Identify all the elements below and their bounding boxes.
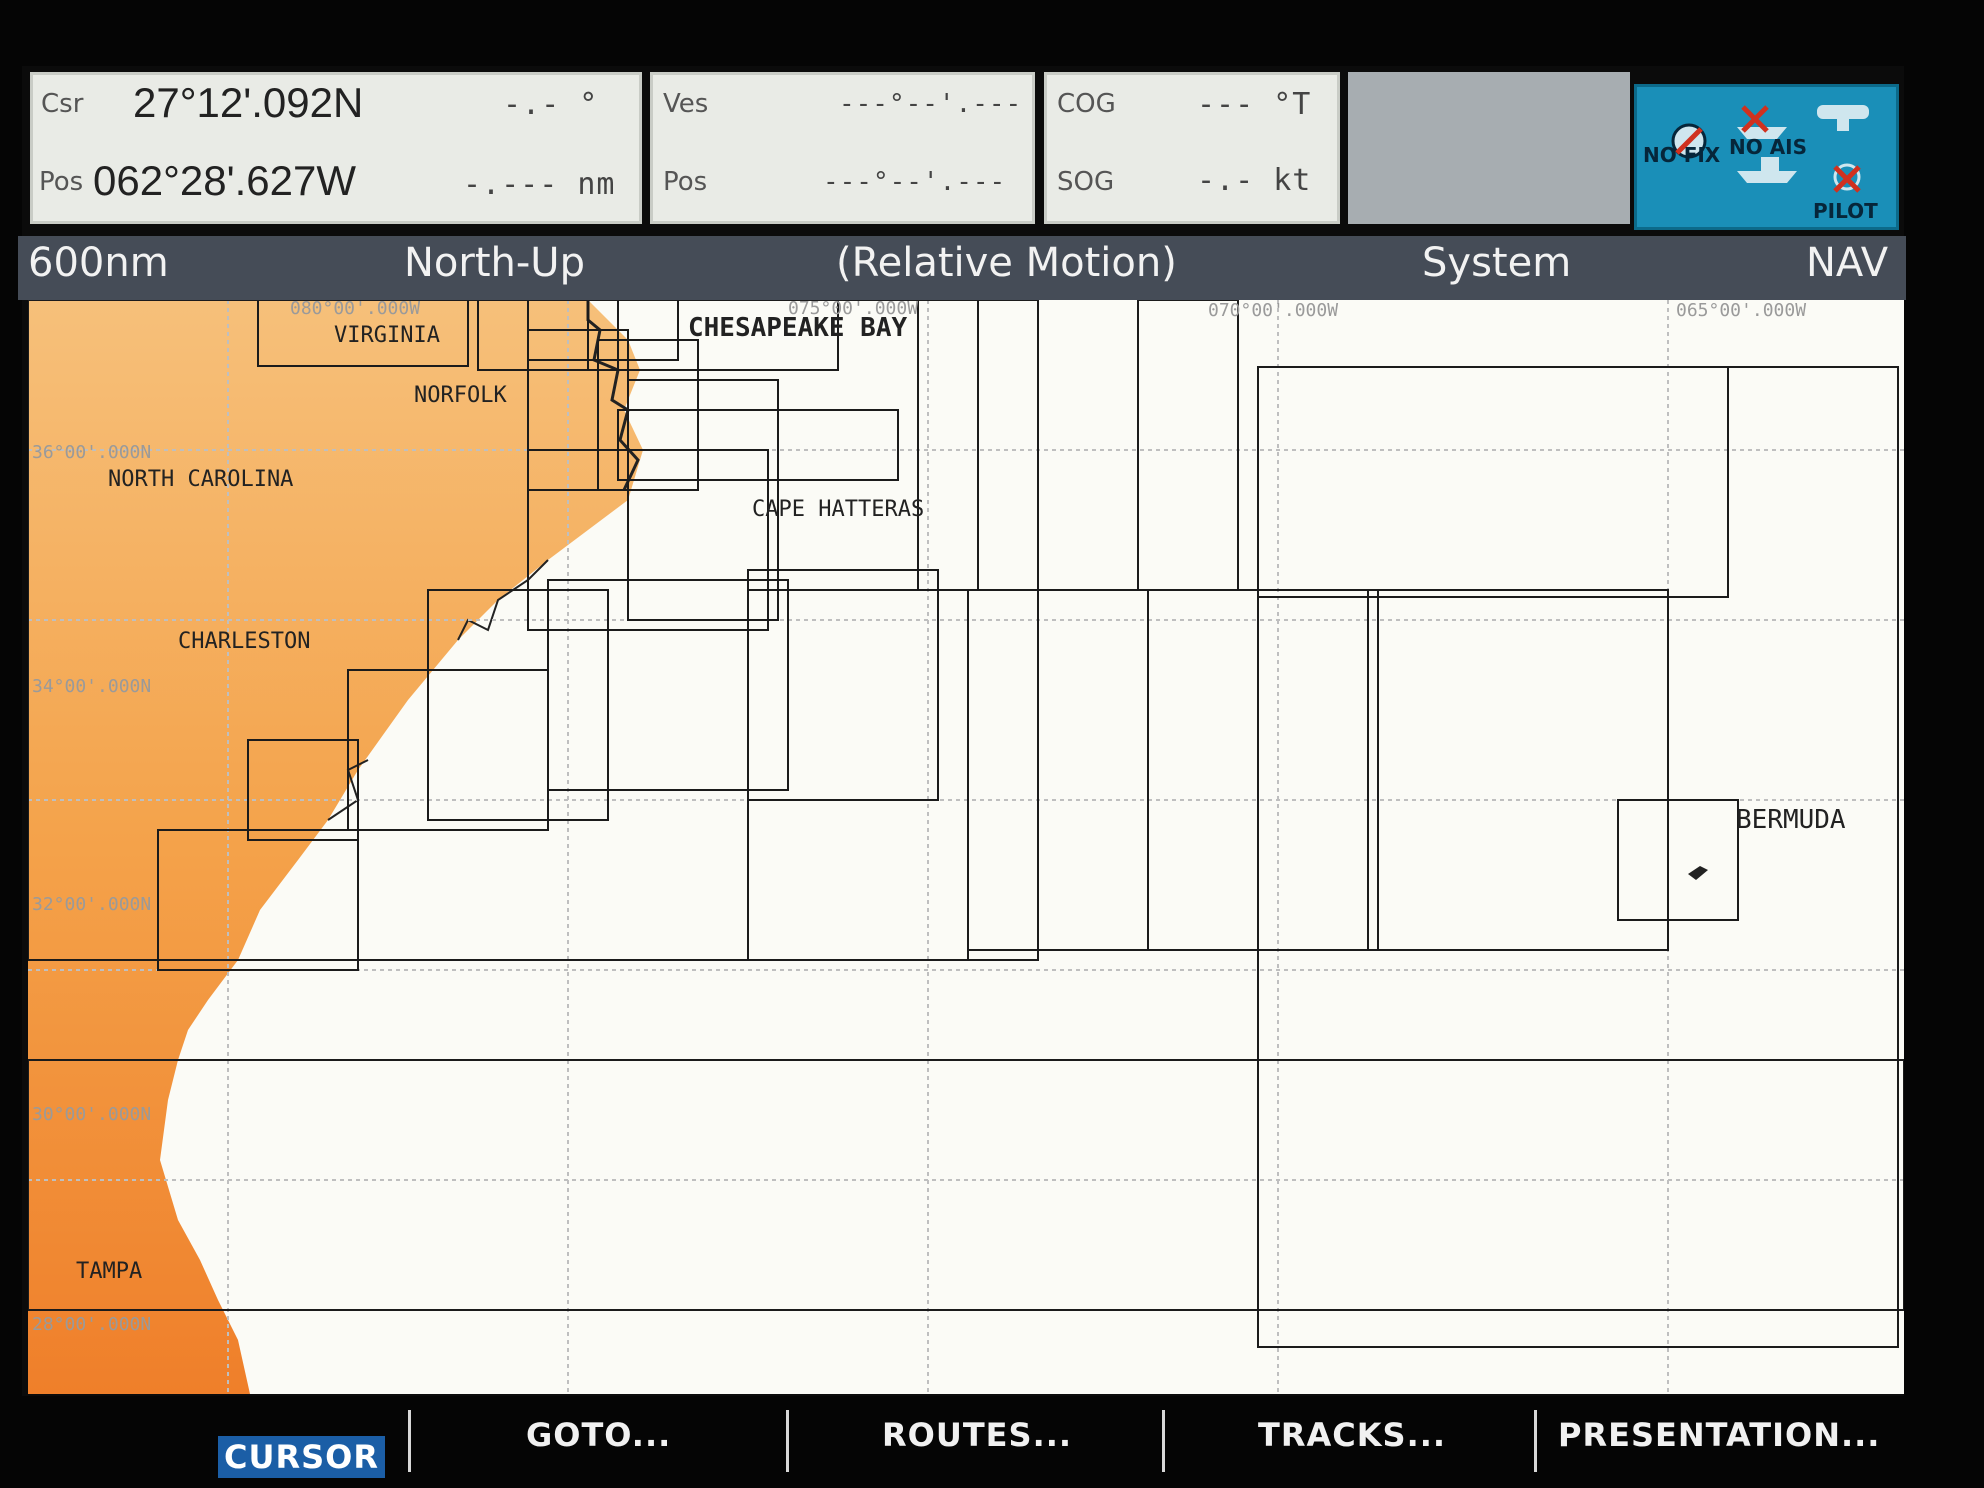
- cursor-longitude: 062°28'.627W: [93, 157, 356, 204]
- status-panel[interactable]: NO FIX NO AIS PILOT: [1634, 84, 1899, 230]
- softkey-divider: [408, 1410, 411, 1472]
- vessel-longitude: ---°--'.---: [823, 167, 1007, 197]
- label-bermuda: BERMUDA: [1736, 805, 1846, 835]
- pilot-icon: [1833, 163, 1861, 193]
- sog-label: SOG: [1057, 167, 1115, 197]
- vessel-pos-label: Pos: [663, 167, 708, 197]
- softkey-divider: [1162, 1410, 1165, 1472]
- cog-sog-panel: COG --- °T SOG -.- kt: [1044, 72, 1340, 224]
- no-fix-status: NO FIX: [1643, 143, 1721, 167]
- label-lon-70: 070°00'.000W: [1208, 300, 1338, 321]
- pos-label: Pos: [39, 167, 84, 197]
- cursor-latitude: 27°12'.092N: [133, 79, 364, 126]
- cursor-position-panel: Csr 27°12'.092N -.- ° Pos 062°28'.627W -…: [30, 72, 642, 224]
- nav-mode[interactable]: NAV: [1806, 240, 1888, 286]
- label-north-carolina: NORTH CAROLINA: [108, 467, 293, 492]
- range-scale[interactable]: 600nm: [28, 240, 169, 286]
- cursor-range: -.--- nm: [463, 167, 616, 202]
- label-lon-75: 075°00'.000W: [788, 300, 918, 319]
- cog-value: --- °T: [1197, 87, 1312, 122]
- softkey-divider: [786, 1410, 789, 1472]
- land-mass: [28, 300, 643, 1394]
- cursor-bearing: -.- °: [503, 87, 599, 122]
- label-charleston: CHARLESTON: [178, 629, 310, 654]
- label-lon-80: 080°00'.000W: [290, 300, 420, 319]
- ves-label: Ves: [663, 89, 709, 119]
- boat-icon: [1737, 157, 1797, 183]
- softkey-bar: CURSOR GOTO... ROUTES... TRACKS... PRESE…: [0, 1396, 1984, 1488]
- label-lat-32: 32°00'.000N: [32, 894, 151, 915]
- data-source[interactable]: System: [1422, 240, 1571, 286]
- csr-label: Csr: [41, 89, 84, 119]
- softkey-divider: [1534, 1410, 1537, 1472]
- label-lat-36: 36°00'.000N: [32, 442, 151, 463]
- routes-softkey[interactable]: ROUTES...: [882, 1416, 1072, 1454]
- vessel-position-panel: Ves ---°--'.--- Pos ---°--'.---: [650, 72, 1035, 224]
- sog-value: -.- kt: [1197, 163, 1312, 198]
- label-cape-hatteras: CAPE HATTERAS: [752, 497, 924, 522]
- cursor-softkey[interactable]: CURSOR: [218, 1436, 385, 1478]
- pilot-status: PILOT: [1813, 199, 1878, 223]
- label-lon-65: 065°00'.000W: [1676, 300, 1806, 321]
- orientation-mode[interactable]: North-Up: [404, 240, 585, 286]
- cog-label: COG: [1057, 89, 1116, 119]
- label-lat-28: 28°00'.000N: [32, 1314, 151, 1335]
- chart-header-bar: 600nm North-Up (Relative Motion) System …: [18, 236, 1906, 300]
- label-tampa: TAMPA: [76, 1259, 142, 1284]
- chart-canvas: VIRGINIA NORFOLK CHESAPEAKE BAY NORTH CA…: [28, 300, 1904, 1394]
- label-lat-34: 34°00'.000N: [32, 676, 151, 697]
- radar-icon: [1817, 105, 1869, 131]
- motion-mode[interactable]: (Relative Motion): [836, 240, 1177, 286]
- label-norfolk: NORFOLK: [414, 383, 507, 408]
- goto-softkey[interactable]: GOTO...: [526, 1416, 671, 1454]
- bermuda-island: [1688, 866, 1708, 880]
- label-virginia: VIRGINIA: [334, 323, 440, 348]
- no-ais-status: NO AIS: [1729, 135, 1808, 159]
- vessel-latitude: ---°--'.---: [839, 89, 1023, 119]
- presentation-softkey[interactable]: PRESENTATION...: [1558, 1416, 1880, 1454]
- tracks-softkey[interactable]: TRACKS...: [1258, 1416, 1446, 1454]
- header-spacer: [1348, 72, 1630, 224]
- label-lat-30: 30°00'.000N: [32, 1104, 151, 1125]
- chart-area[interactable]: VIRGINIA NORFOLK CHESAPEAKE BAY NORTH CA…: [28, 300, 1904, 1394]
